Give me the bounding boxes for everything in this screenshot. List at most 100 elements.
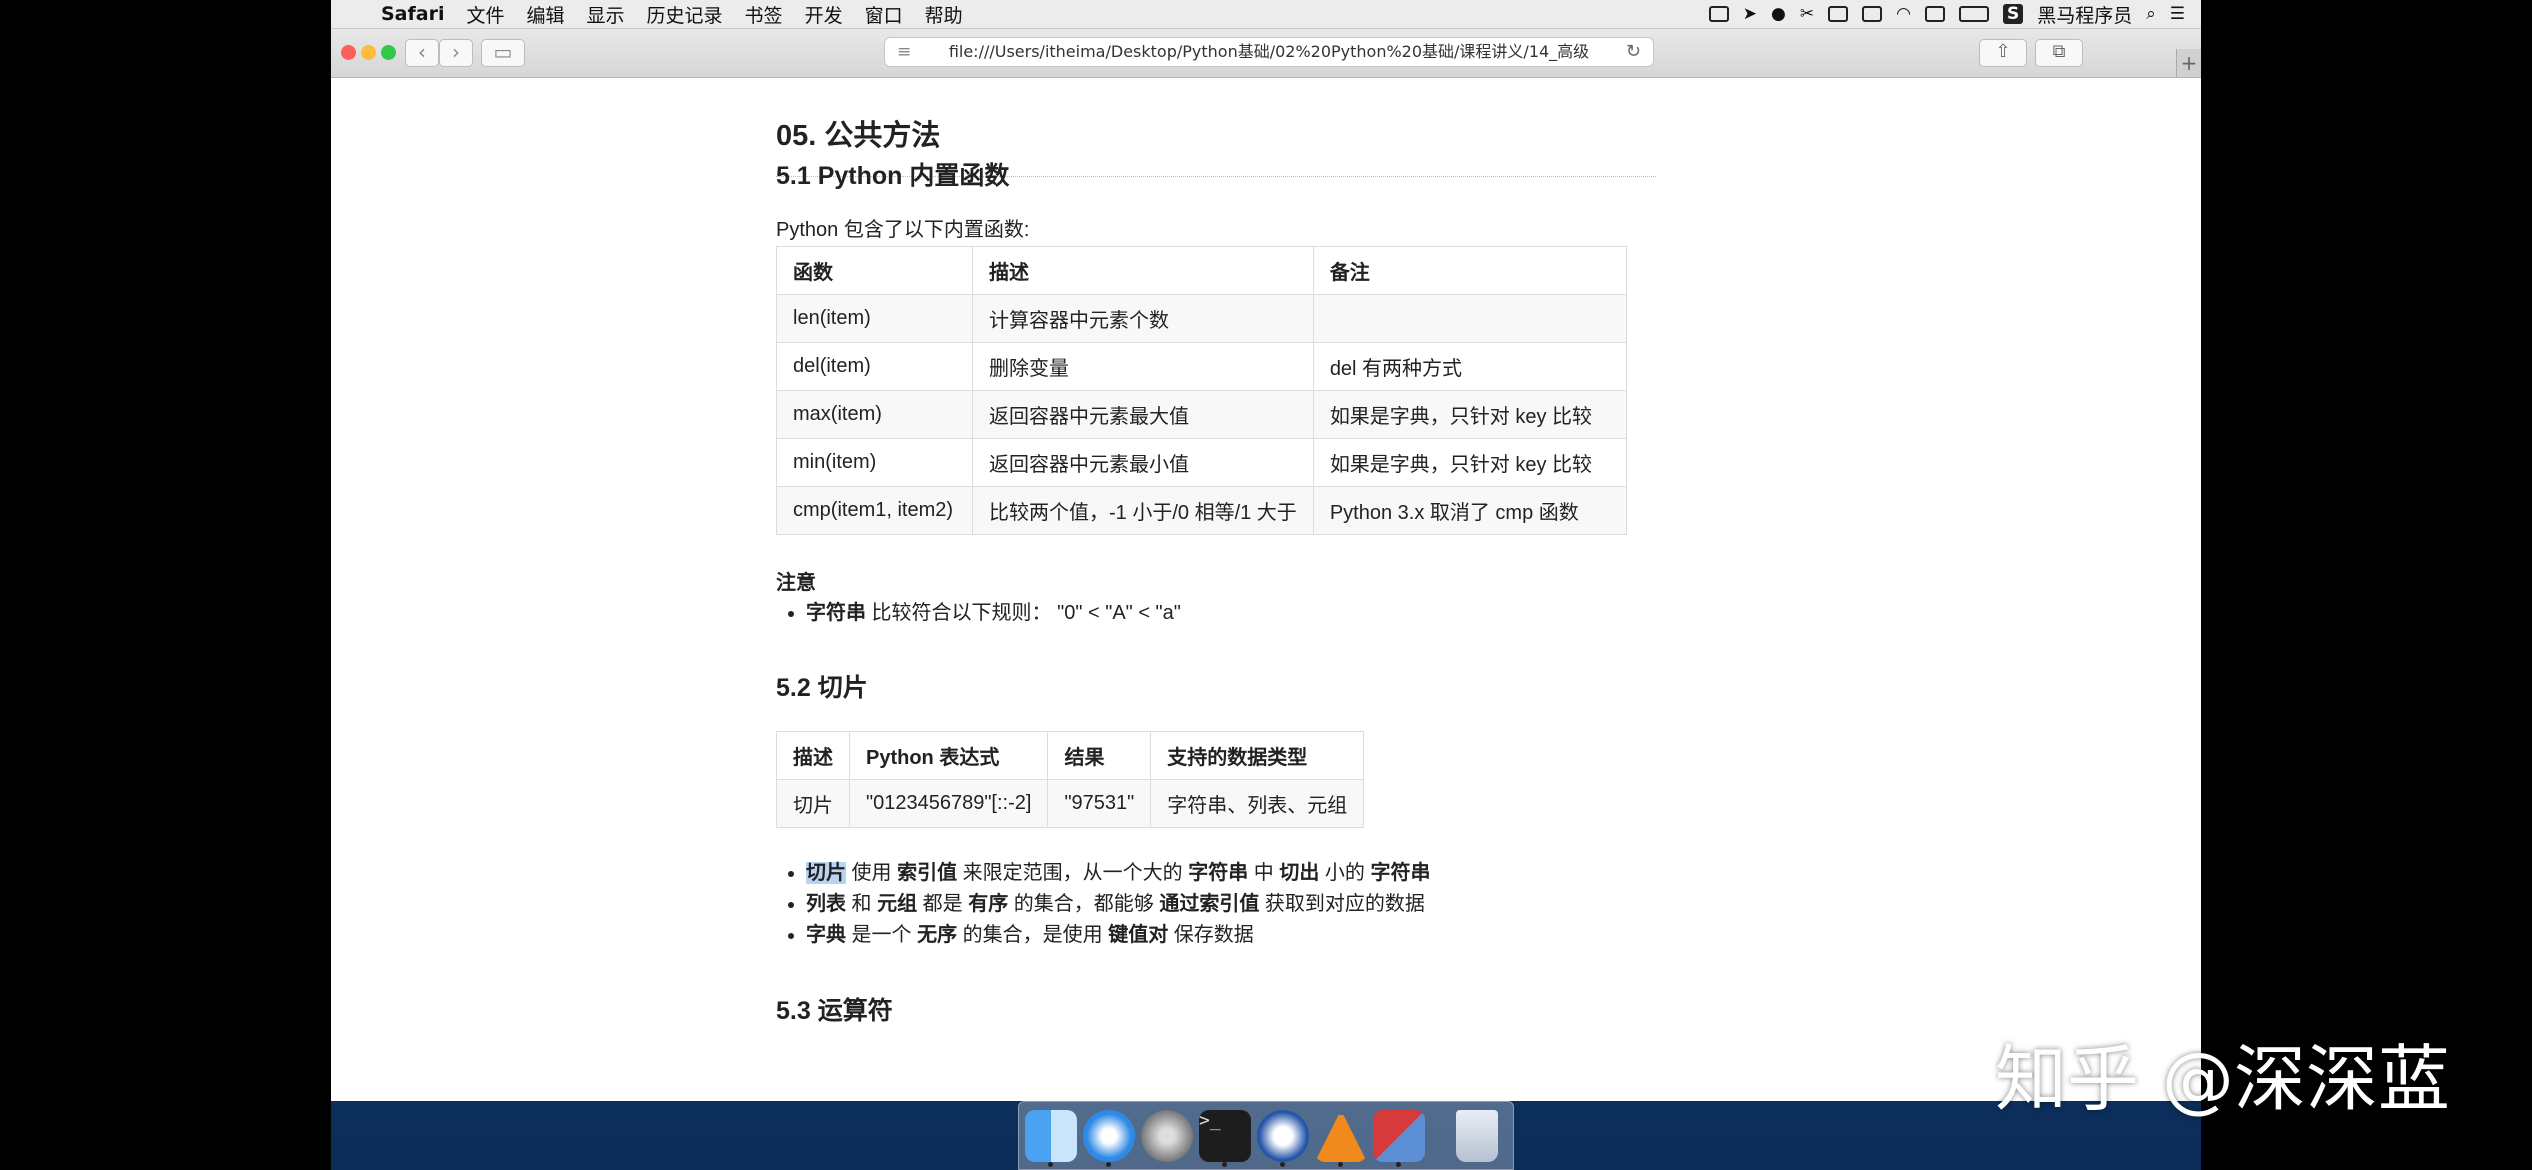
- bold-text: 字典: [806, 924, 846, 946]
- text: 是一个: [846, 924, 918, 946]
- list-item: 切片 使用 索引值 来限定范围，从一个大的 字符串 中 切出 小的 字符串: [806, 858, 1431, 889]
- tabs-overview-icon[interactable]: ⧉: [2035, 39, 2083, 67]
- page-content[interactable]: 05. 公共方法 5.1 Python 内置函数 Python 包含了以下内置函…: [331, 78, 2201, 1101]
- table-cell: 返回容器中元素最大值: [972, 390, 1314, 439]
- table-header: Python 表达式: [848, 731, 1049, 780]
- table-cell: Python 3.x 取消了 cmp 函数: [1312, 486, 1628, 535]
- table-cell: max(item): [776, 390, 973, 439]
- menu-app-name[interactable]: Safari: [381, 3, 444, 25]
- bold-text: 通过索引值: [1159, 893, 1260, 915]
- table-header: 备注: [1312, 246, 1628, 295]
- menu-item-edit[interactable]: 编辑: [527, 1, 565, 28]
- watermark-bottom: 知乎 @深深蓝: [1995, 1037, 2450, 1121]
- menu-item-view[interactable]: 显示: [587, 1, 625, 28]
- menu-item-help[interactable]: 帮助: [925, 1, 963, 28]
- text: 获取到对应的数据: [1259, 893, 1425, 915]
- menu-item-history[interactable]: 历史记录: [647, 1, 723, 28]
- table-cell: min(item): [776, 438, 973, 487]
- menu-item-window[interactable]: 窗口: [865, 1, 903, 28]
- vlc-icon[interactable]: [1315, 1110, 1367, 1162]
- send-icon[interactable]: ➤: [1743, 4, 1757, 24]
- bold-text: 无序: [917, 924, 958, 946]
- running-indicator: [1280, 1162, 1285, 1167]
- address-bar[interactable]: ≡ file:///Users/itheima/Desktop/Python基础…: [884, 37, 1654, 67]
- list-item: 字符串 比较符合以下规则： "0" < "A" < "a": [806, 598, 1181, 629]
- menu-item-bookmarks[interactable]: 书签: [745, 1, 783, 28]
- table-cell: "0123456789"[::-2]: [848, 779, 1049, 828]
- list-icon[interactable]: ☰: [2170, 4, 2185, 24]
- table-row: min(item) 返回容器中元素最小值 如果是字典，只针对 key 比较: [776, 438, 1628, 487]
- grid-icon[interactable]: [1828, 6, 1849, 22]
- screen: Safari 文件 编辑 显示 历史记录 书签 开发 窗口 帮助 ➤ ● ✂ ◠…: [331, 0, 2201, 1170]
- input-method-icon[interactable]: S: [2002, 4, 2024, 24]
- menu-item-develop[interactable]: 开发: [805, 1, 843, 28]
- table-header-row: 函数 描述 备注: [776, 246, 1628, 295]
- minimize-window-button[interactable]: [361, 45, 376, 60]
- table-header: 结果: [1047, 731, 1152, 780]
- screenflow-icon[interactable]: [1257, 1110, 1309, 1162]
- mic-icon[interactable]: ●: [1771, 4, 1786, 24]
- table-cell: 返回容器中元素最小值: [972, 438, 1314, 487]
- menu-item-file[interactable]: 文件: [466, 1, 504, 28]
- page-title: 05. 公共方法: [776, 120, 941, 152]
- airplay-icon[interactable]: [1924, 6, 1945, 22]
- url-text: file:///Users/itheima/Desktop/Python基础/0…: [948, 42, 1590, 61]
- reader-icon[interactable]: ≡: [897, 38, 911, 66]
- table-cell: del(item): [776, 342, 973, 391]
- running-indicator: [1396, 1162, 1401, 1167]
- terminal-icon[interactable]: >_: [1199, 1110, 1251, 1162]
- table-cell: len(item): [776, 294, 973, 343]
- slicing-notes-list: 切片 使用 索引值 来限定范围，从一个大的 字符串 中 切出 小的 字符串 列表…: [776, 858, 1431, 951]
- search-icon[interactable]: ⌕: [2146, 4, 2156, 24]
- new-tab-button[interactable]: +: [2176, 49, 2201, 77]
- finder-icon[interactable]: [1025, 1110, 1077, 1162]
- highlighted-text: 切片: [806, 862, 846, 884]
- table-cell: 字符串、列表、元组: [1150, 779, 1365, 828]
- launchpad-icon[interactable]: [1141, 1110, 1193, 1162]
- reload-icon[interactable]: ↻: [1626, 38, 1641, 66]
- back-button[interactable]: ‹: [405, 39, 439, 67]
- table-cell: 计算容器中元素个数: [972, 294, 1314, 343]
- close-window-button[interactable]: [341, 45, 356, 60]
- share-icon[interactable]: ⇧: [1979, 39, 2027, 67]
- battery-icon[interactable]: [1958, 6, 1989, 22]
- menu-user-app[interactable]: 黑马程序员: [2037, 1, 2132, 28]
- table-header: 支持的数据类型: [1150, 731, 1365, 780]
- text: 中: [1248, 862, 1280, 884]
- menu-status-area: ➤ ● ✂ ◠ S 黑马程序员 ⌕ ☰: [1708, 0, 2185, 28]
- list-item: 字典 是一个 无序 的集合，是使用 键值对 保存数据: [806, 920, 1431, 951]
- bold-text: 元组: [877, 893, 918, 915]
- running-indicator: [1338, 1162, 1343, 1167]
- text: 来限定范围，从一个大的: [957, 862, 1189, 884]
- table-row: del(item) 删除变量 del 有两种方式: [776, 342, 1628, 391]
- table-cell: "97531": [1047, 779, 1152, 828]
- table-cell: 比较两个值，-1 小于/0 相等/1 大于: [972, 486, 1314, 535]
- text: 使用: [846, 862, 898, 884]
- wifi-icon[interactable]: ◠: [1896, 4, 1911, 24]
- bold-text: 索引值: [897, 862, 958, 884]
- table-cell: 如果是字典，只针对 key 比较: [1312, 390, 1628, 439]
- safari-window: ‹ › ▭ ≡ file:///Users/itheima/Desktop/Py…: [331, 29, 2201, 1101]
- safari-icon[interactable]: [1083, 1110, 1135, 1162]
- section-5-1-intro: Python 包含了以下内置函数:: [776, 219, 1030, 241]
- bold-text: 字符串: [1188, 862, 1249, 884]
- note-text: 比较符合以下规则： "0" < "A" < "a": [866, 602, 1181, 624]
- table-cell: 如果是字典，只针对 key 比较: [1312, 438, 1628, 487]
- zoom-window-button[interactable]: [381, 45, 396, 60]
- text: 的集合，是使用: [957, 924, 1109, 946]
- running-indicator: [1106, 1162, 1111, 1167]
- parallels-icon[interactable]: [1373, 1110, 1425, 1162]
- forward-button[interactable]: ›: [439, 39, 473, 67]
- bold-text: 字符串: [806, 602, 866, 624]
- bold-text: 列表: [806, 893, 846, 915]
- screen-record-icon[interactable]: [1708, 6, 1729, 22]
- sidebar-toggle-icon[interactable]: ▭: [481, 39, 525, 67]
- table-header: 描述: [972, 246, 1314, 295]
- browser-toolbar: ‹ › ▭ ≡ file:///Users/itheima/Desktop/Py…: [331, 29, 2201, 78]
- watermark-top: 知乎: [1976, 78, 2101, 145]
- trash-icon[interactable]: [1456, 1110, 1498, 1162]
- table-header: 函数: [776, 246, 973, 295]
- table-cell: 切片: [776, 779, 850, 828]
- scissors-icon[interactable]: ✂: [1800, 4, 1814, 24]
- copy-icon[interactable]: [1862, 6, 1883, 22]
